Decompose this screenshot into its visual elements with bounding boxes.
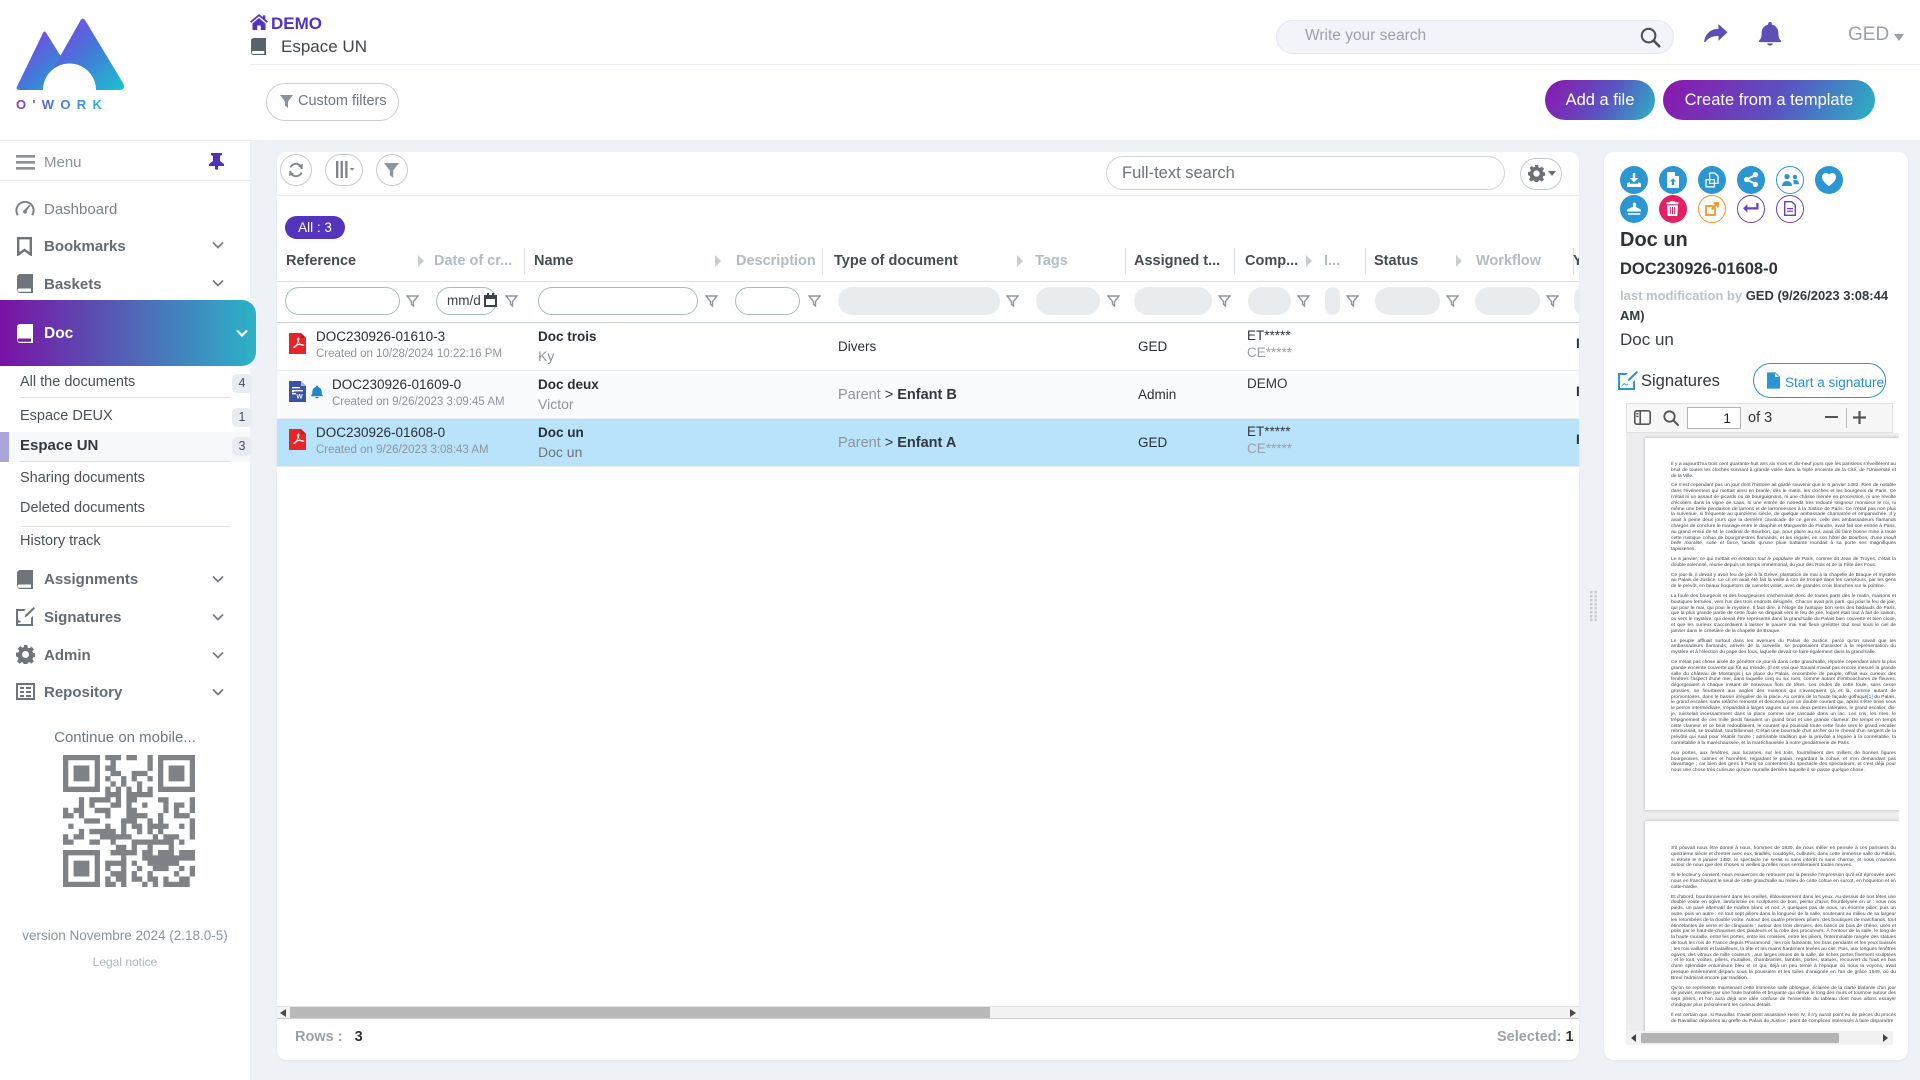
- svg-text:O'WORK: O'WORK: [16, 97, 108, 112]
- svg-text:W: W: [297, 394, 304, 401]
